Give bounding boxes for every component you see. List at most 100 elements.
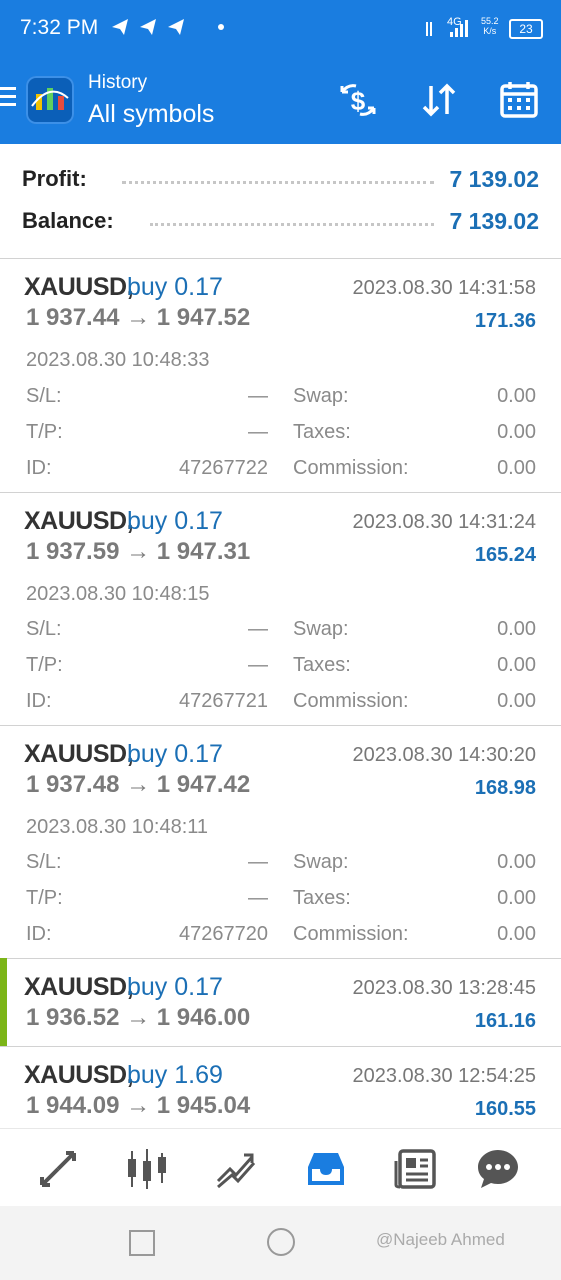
profit-label: Profit: xyxy=(22,166,87,191)
tp-label: T/P: xyxy=(26,421,63,443)
deal-row-selected[interactable]: XAUUSD, buy 0.17 2023.08.30 13:28:45 1 9… xyxy=(0,958,561,1047)
deal-symbol: XAUUSD, xyxy=(24,973,134,1001)
id-value: 47267720 xyxy=(179,923,268,945)
quotes-icon[interactable] xyxy=(36,1147,80,1191)
money-exchange-icon[interactable]: $ xyxy=(338,80,378,120)
tp-value: — xyxy=(248,887,268,909)
app-bar: History All symbols $ xyxy=(0,60,561,144)
tp-value: — xyxy=(248,421,268,443)
commission-label: Commission: xyxy=(293,690,409,712)
deal-open-time: 2023.08.30 10:48:15 xyxy=(26,583,210,605)
deal-profit: 171.36 xyxy=(474,310,536,332)
notification-icons xyxy=(110,16,190,44)
tp-value: — xyxy=(248,654,268,676)
selection-indicator xyxy=(0,958,7,1046)
watermark: @Najeeb Ahmed xyxy=(376,1230,505,1249)
taxes-label: Taxes: xyxy=(293,421,351,443)
home-button[interactable] xyxy=(267,1228,295,1256)
commission-value: 0.00 xyxy=(497,923,536,945)
taxes-value: 0.00 xyxy=(497,654,536,676)
summary-panel: Profit: 7 139.02 Balance: 7 139.02 xyxy=(0,144,561,259)
battery-icon: 23 xyxy=(509,19,543,39)
deal-profit: 160.55 xyxy=(474,1098,536,1120)
swap-label: Swap: xyxy=(293,618,349,640)
speed-unit: K/s xyxy=(483,26,497,36)
sort-icon[interactable] xyxy=(419,80,459,120)
svg-text:$: $ xyxy=(351,86,366,116)
deal-prices: 1 936.52 → 1 946.00 xyxy=(26,1004,251,1031)
id-value: 47267722 xyxy=(179,457,268,479)
swap-label: Swap: xyxy=(293,851,349,873)
sl-value: — xyxy=(248,618,268,640)
trade-icon[interactable] xyxy=(214,1147,258,1191)
deal-open-time: 2023.08.30 10:48:11 xyxy=(26,816,209,838)
balance-label: Balance: xyxy=(22,208,114,233)
deal-close-time: 2023.08.30 12:54:25 xyxy=(352,1065,536,1087)
sl-label: S/L: xyxy=(26,851,62,873)
deal-row[interactable]: XAUUSD, buy 0.17 2023.08.30 14:31:24 1 9… xyxy=(0,492,561,726)
deal-symbol: XAUUSD, xyxy=(24,1061,134,1089)
deal-profit: 168.98 xyxy=(474,777,536,799)
deal-prices: 1 937.44 → 1 947.52 xyxy=(26,304,251,331)
speed-value: 55.2 xyxy=(481,16,499,26)
deal-symbol: XAUUSD, xyxy=(24,740,134,768)
dot-leader xyxy=(150,223,434,228)
news-icon[interactable] xyxy=(394,1147,438,1191)
page-title: All symbols xyxy=(88,100,215,128)
deal-close-time: 2023.08.30 14:31:24 xyxy=(352,511,536,533)
header-subtitle: History xyxy=(88,72,148,93)
id-label: ID: xyxy=(26,923,52,945)
chat-icon[interactable] xyxy=(476,1147,520,1191)
swap-value: 0.00 xyxy=(497,618,536,640)
deal-profit: 161.16 xyxy=(474,1010,536,1032)
system-navigation-bar: @Najeeb Ahmed xyxy=(0,1206,561,1280)
status-time: 7:32 PM xyxy=(20,16,99,39)
sl-label: S/L: xyxy=(26,618,62,640)
deal-row[interactable]: XAUUSD, buy 0.17 2023.08.30 14:30:20 1 9… xyxy=(0,725,561,959)
commission-label: Commission: xyxy=(293,923,409,945)
calendar-icon[interactable] xyxy=(499,80,539,120)
deal-type: buy 0.17 xyxy=(127,973,223,1001)
deal-profit: 165.24 xyxy=(474,544,536,566)
deal-symbol: XAUUSD, xyxy=(24,273,134,301)
sl-value: — xyxy=(248,851,268,873)
tp-label: T/P: xyxy=(26,887,63,909)
taxes-value: 0.00 xyxy=(497,887,536,909)
taxes-value: 0.00 xyxy=(497,421,536,443)
dot-leader xyxy=(122,181,434,186)
bottom-navigation xyxy=(0,1128,561,1207)
taxes-label: Taxes: xyxy=(293,887,351,909)
deal-row[interactable]: XAUUSD, buy 1.69 2023.08.30 12:54:25 1 9… xyxy=(0,1046,561,1128)
balance-row: Balance: 7 139.02 xyxy=(22,208,539,248)
deal-prices: 1 937.59 → 1 947.31 xyxy=(26,538,251,565)
app-logo xyxy=(26,76,74,124)
network-type: 4G xyxy=(447,16,462,28)
battery-level: 23 xyxy=(519,22,533,36)
menu-icon[interactable] xyxy=(0,87,16,111)
swap-value: 0.00 xyxy=(497,385,536,407)
more-notifications-dot xyxy=(218,24,224,30)
sl-value: — xyxy=(248,385,268,407)
deal-close-time: 2023.08.30 14:30:20 xyxy=(352,744,536,766)
deal-type: buy 1.69 xyxy=(127,1061,223,1089)
deal-prices: 1 944.09 → 1 945.04 xyxy=(26,1092,251,1119)
id-label: ID: xyxy=(26,457,52,479)
commission-label: Commission: xyxy=(293,457,409,479)
id-value: 47267721 xyxy=(179,690,268,712)
sl-label: S/L: xyxy=(26,385,62,407)
deal-open-time: 2023.08.30 10:48:33 xyxy=(26,349,210,371)
deal-type: buy 0.17 xyxy=(127,273,223,301)
deal-prices: 1 937.48 → 1 947.42 xyxy=(26,771,251,798)
history-icon[interactable] xyxy=(304,1147,348,1191)
balance-value: 7 139.02 xyxy=(449,208,539,234)
tp-label: T/P: xyxy=(26,654,63,676)
deal-type: buy 0.17 xyxy=(127,507,223,535)
network-speed: 55.2 K/s xyxy=(481,16,499,36)
deal-row[interactable]: XAUUSD, buy 0.17 2023.08.30 14:31:58 1 9… xyxy=(0,258,561,493)
chart-icon[interactable] xyxy=(125,1147,169,1191)
commission-value: 0.00 xyxy=(497,690,536,712)
taxes-label: Taxes: xyxy=(293,654,351,676)
commission-value: 0.00 xyxy=(497,457,536,479)
recent-apps-button[interactable] xyxy=(129,1230,155,1256)
deal-symbol: XAUUSD, xyxy=(24,507,134,535)
